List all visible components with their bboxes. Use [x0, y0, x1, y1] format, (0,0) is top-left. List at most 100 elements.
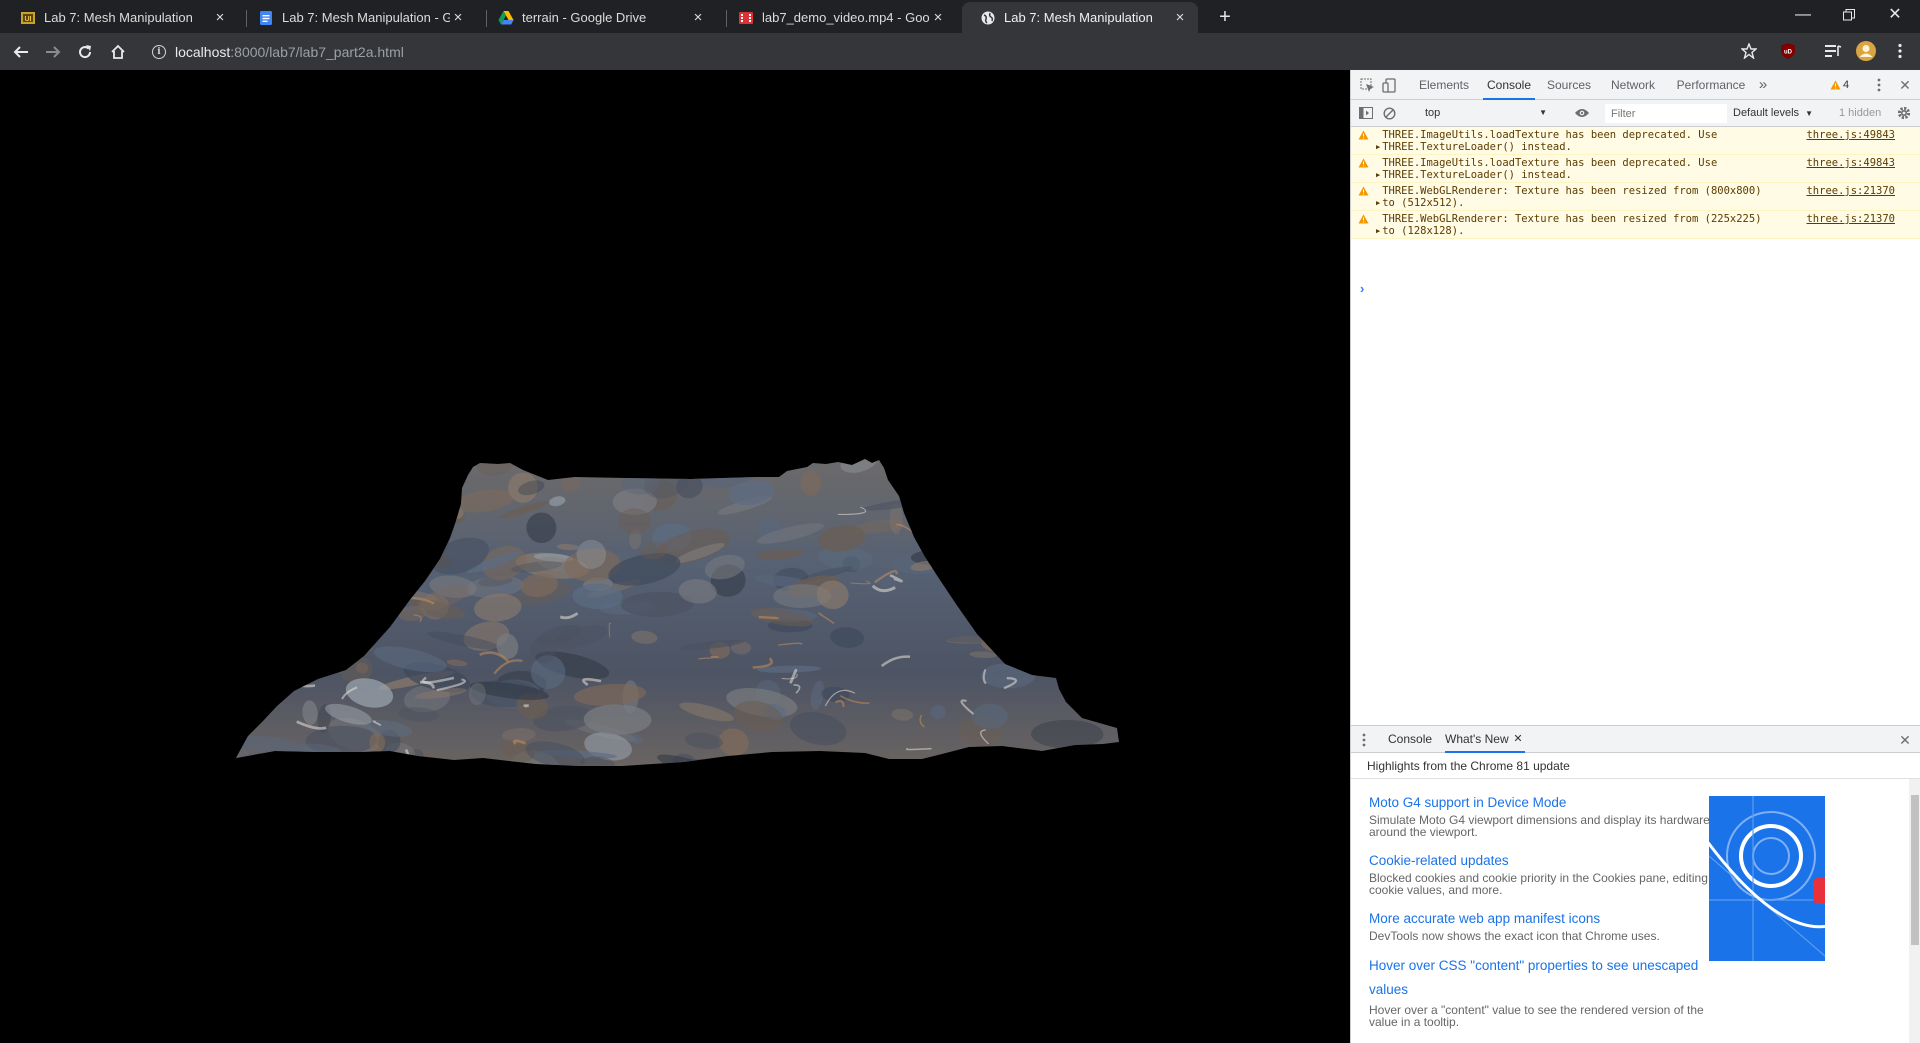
console-warning[interactable]: ▶THREE.ImageUtils.loadTexture has been d…: [1351, 127, 1920, 155]
whats-new-highlights: Highlights from the Chrome 81 update: [1351, 753, 1920, 779]
media-controls-icon[interactable]: [1823, 41, 1843, 61]
inspect-element-icon[interactable]: [1359, 77, 1375, 93]
whats-new-item[interactable]: Hover over CSS "content" properties to s…: [1369, 954, 1729, 1028]
whats-new-item[interactable]: More accurate web app manifest icons Dev…: [1369, 909, 1744, 942]
back-icon[interactable]: [7, 38, 35, 66]
console-toolbar: top ▼ Default levels ▼ 1 hidden: [1351, 100, 1920, 127]
clear-console-icon[interactable]: [1381, 105, 1397, 121]
console-warning[interactable]: ▶THREE.WebGLRenderer: Texture has been r…: [1351, 211, 1920, 239]
globe-icon: [980, 10, 996, 26]
drawer-menu-icon[interactable]: [1359, 732, 1369, 748]
source-link[interactable]: three.js:49843: [1806, 157, 1895, 169]
tab-console[interactable]: Console: [1483, 70, 1535, 100]
warning-counter[interactable]: 4: [1830, 77, 1849, 93]
ublock-extension-icon[interactable]: uD: [1778, 41, 1798, 61]
devtools-menu-icon[interactable]: [1874, 77, 1884, 93]
reload-icon[interactable]: [71, 38, 99, 66]
whats-new-item[interactable]: Cookie-related updates Blocked cookies a…: [1369, 851, 1744, 896]
home-icon[interactable]: [104, 38, 132, 66]
url-host: localhost: [175, 43, 231, 60]
more-tabs-icon[interactable]: »: [1755, 70, 1771, 100]
context-select[interactable]: top ▼: [1421, 104, 1551, 122]
browser-tab[interactable]: Lab 7: Mesh Manipulation - Goog ×: [240, 2, 476, 33]
gear-icon[interactable]: [1896, 105, 1912, 121]
warning-icon: [1358, 158, 1369, 168]
menu-kebab-icon[interactable]: [1890, 41, 1910, 61]
message-text: THREE.ImageUtils.loadTexture has been de…: [1382, 157, 1718, 181]
whats-new-title[interactable]: More accurate web app manifest icons: [1369, 909, 1744, 928]
info-icon[interactable]: i: [152, 44, 166, 59]
address-bar[interactable]: i localhost:8000/lab7/lab7_part2a.html: [140, 37, 1740, 66]
google-drive-icon: [498, 10, 514, 26]
avatar[interactable]: [1855, 40, 1877, 62]
webgl-canvas[interactable]: [0, 70, 1350, 1043]
device-toolbar-icon[interactable]: [1381, 77, 1397, 93]
minimize-icon[interactable]: —: [1780, 0, 1826, 31]
svg-text:uD: uD: [1784, 50, 1793, 56]
terrain-mesh: [236, 459, 1119, 766]
source-link[interactable]: three.js:21370: [1806, 185, 1895, 197]
drawer-tabbar: Console What's New ✕ ✕: [1351, 726, 1920, 753]
expand-triangle-icon[interactable]: ▶: [1376, 227, 1380, 235]
tab-title: Lab 7: Mesh Manipulation: [44, 10, 193, 25]
tab-title: Lab 7: Mesh Manipulation - Goog: [282, 10, 450, 25]
warning-icon: [1358, 214, 1369, 224]
whats-new-title[interactable]: Hover over CSS "content" properties to s…: [1369, 954, 1729, 1002]
console-warning[interactable]: ▶THREE.ImageUtils.loadTexture has been d…: [1351, 155, 1920, 183]
browser-tab[interactable]: lab7_demo_video.mp4 - Google D ×: [720, 2, 956, 33]
whats-new-list: Moto G4 support in Device Mode Simulate …: [1351, 779, 1920, 1043]
drawer-tab-console[interactable]: Console: [1388, 726, 1432, 753]
close-icon[interactable]: ×: [450, 9, 466, 26]
forward-icon[interactable]: [39, 38, 67, 66]
tab-network[interactable]: Network: [1603, 70, 1663, 100]
log-levels-select[interactable]: Default levels ▼: [1733, 104, 1823, 122]
whats-new-title[interactable]: Cookie-related updates: [1369, 851, 1744, 870]
tab-sources[interactable]: Sources: [1541, 70, 1597, 100]
tab-title: Lab 7: Mesh Manipulation: [1004, 10, 1153, 25]
eye-icon[interactable]: [1573, 105, 1591, 121]
scrollbar-thumb[interactable]: [1911, 795, 1919, 945]
whats-new-title[interactable]: Moto G4 support in Device Mode: [1369, 793, 1744, 812]
tab-performance[interactable]: Performance: [1669, 70, 1753, 100]
restore-icon[interactable]: [1826, 0, 1872, 31]
tab-elements[interactable]: Elements: [1411, 70, 1477, 100]
warning-icon: [1358, 186, 1369, 196]
drawer-tab-label: What's New: [1445, 732, 1509, 746]
expand-triangle-icon[interactable]: ▶: [1376, 143, 1380, 151]
console-warning[interactable]: ▶THREE.WebGLRenderer: Texture has been r…: [1351, 183, 1920, 211]
source-link[interactable]: three.js:49843: [1806, 129, 1895, 141]
close-icon[interactable]: ×: [1172, 9, 1188, 26]
expand-triangle-icon[interactable]: ▶: [1376, 199, 1380, 207]
close-icon[interactable]: ×: [212, 9, 228, 26]
filter-input[interactable]: [1605, 104, 1727, 123]
close-devtools-icon[interactable]: ✕: [1897, 77, 1913, 93]
message-text: THREE.WebGLRenderer: Texture has been re…: [1382, 213, 1762, 237]
close-icon[interactable]: ×: [930, 9, 946, 26]
browser-tab-active[interactable]: Lab 7: Mesh Manipulation ×: [962, 2, 1198, 33]
svg-text:UI: UI: [25, 16, 32, 23]
whats-new-desc: Simulate Moto G4 viewport dimensions and…: [1369, 813, 1710, 839]
drawer-tab-whats-new[interactable]: What's New ✕: [1445, 726, 1525, 753]
expand-triangle-icon[interactable]: ▶: [1376, 171, 1380, 179]
scrollbar[interactable]: [1909, 779, 1920, 1043]
whats-new-illustration: [1709, 796, 1825, 961]
bookmark-star-icon[interactable]: [1739, 41, 1759, 61]
dropdown-arrow-icon: ▼: [1805, 109, 1814, 118]
new-tab-icon[interactable]: +: [1213, 6, 1237, 30]
tab-strip: UI Lab 7: Mesh Manipulation × Lab 7: Mes…: [0, 0, 1920, 33]
console-prompt[interactable]: ›: [1360, 281, 1364, 296]
close-drawer-icon[interactable]: ✕: [1897, 732, 1913, 748]
warning-count: 4: [1843, 79, 1850, 91]
close-window-icon[interactable]: ✕: [1872, 0, 1918, 31]
url-path: :8000/lab7/lab7_part2a.html: [230, 43, 404, 60]
whats-new-item[interactable]: Moto G4 support in Device Mode Simulate …: [1369, 793, 1744, 838]
browser-tab[interactable]: terrain - Google Drive ×: [480, 2, 716, 33]
close-icon[interactable]: ×: [690, 9, 706, 26]
devtools-drawer: Console What's New ✕ ✕ Highlights from t…: [1351, 725, 1920, 1043]
sidebar-toggle-icon[interactable]: [1358, 105, 1374, 121]
log-levels-value: Default levels: [1733, 107, 1800, 119]
source-link[interactable]: three.js:21370: [1806, 213, 1895, 225]
warning-icon: [1358, 130, 1369, 140]
browser-tab[interactable]: UI Lab 7: Mesh Manipulation ×: [2, 2, 238, 33]
close-icon[interactable]: ✕: [1513, 726, 1522, 753]
